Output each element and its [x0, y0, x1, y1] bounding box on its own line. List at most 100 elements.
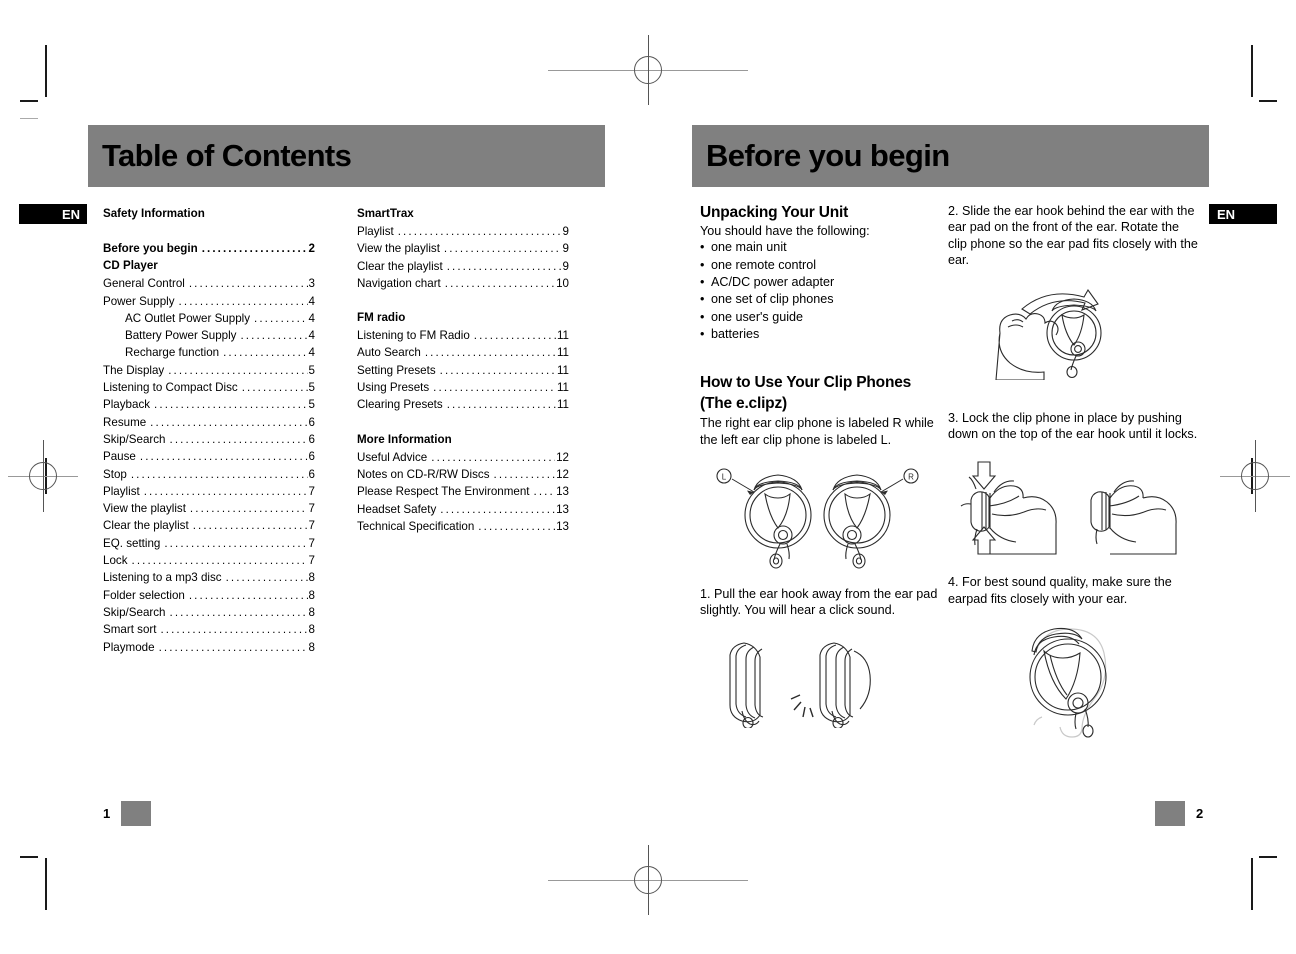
toc-entry[interactable]: Please Respect The Environment..........… — [357, 483, 569, 500]
toc-entry[interactable]: Skip/Search.............................… — [103, 604, 315, 621]
toc-entry-page-number: 4 — [308, 294, 315, 308]
toc-entry[interactable]: Technical Specification.................… — [357, 518, 569, 535]
toc-entry[interactable]: Before you begin........................… — [103, 240, 315, 257]
toc-leader-dots: ........................................… — [154, 398, 308, 412]
toc-entry[interactable]: View the playlist.......................… — [103, 500, 315, 517]
toc-entry[interactable]: Navigation chart........................… — [357, 275, 569, 292]
toc-entry-label: Listening to a mp3 disc — [103, 571, 222, 585]
toc-entry[interactable]: The Display.............................… — [103, 362, 315, 379]
toc-entry[interactable]: Skip/Search.............................… — [103, 431, 315, 448]
toc-entry[interactable]: EQ. setting.............................… — [103, 535, 315, 552]
toc-entry[interactable]: Listening to FM Radio...................… — [357, 327, 569, 344]
toc-entry-label: AC Outlet Power Supply — [125, 311, 251, 325]
toc-entry-label: Lock — [103, 554, 128, 568]
toc-entry[interactable]: Headset Safety..........................… — [357, 501, 569, 518]
push-down-arrow-icon — [971, 461, 997, 491]
toc-entry[interactable]: Pause...................................… — [103, 448, 315, 465]
toc-section-heading: More Information — [357, 432, 452, 446]
toc-entry-page-number: 3 — [308, 277, 315, 291]
toc-entry[interactable]: Clearing Presets........................… — [357, 396, 569, 413]
toc-entry-label: Auto Search — [357, 346, 421, 360]
toc-leader-dots: ........................................… — [431, 450, 555, 464]
toc-leader-dots: ........................................… — [241, 381, 308, 395]
toc-entry[interactable]: Power Supply............................… — [103, 293, 315, 310]
toc-entry-page-number: 7 — [308, 502, 315, 516]
toc-entry[interactable]: Battery Power Supply....................… — [103, 327, 315, 344]
toc-leader-dots: ........................................… — [473, 329, 556, 343]
clip-phones-step-2: 2. Slide the ear hook behind the ear wit… — [948, 204, 1198, 268]
unpacking-item: one remote control — [700, 257, 942, 275]
toc-entry-label: Power Supply — [103, 294, 175, 308]
toc-entry[interactable]: Notes on CD-R/RW Discs..................… — [357, 466, 569, 483]
toc-entry-label: Headset Safety — [357, 502, 437, 516]
toc-entry[interactable]: Stop....................................… — [103, 466, 315, 483]
toc-entry-label: Listening to FM Radio — [357, 329, 470, 343]
toc-entry[interactable]: Playlist................................… — [357, 223, 569, 240]
toc-entry-label: Skip/Search — [103, 432, 166, 446]
toc-entry-label: EQ. setting — [103, 536, 161, 550]
toc-entry-page-number: 11 — [556, 398, 569, 412]
toc-entry[interactable]: Clear the playlist......................… — [357, 258, 569, 275]
toc-entry-label: Useful Advice — [357, 450, 428, 464]
toc-entry-page-number: 9 — [562, 225, 569, 238]
toc-entry[interactable]: Playlist................................… — [103, 483, 315, 500]
toc-leader-dots: ........................................… — [254, 311, 308, 325]
toc-entry[interactable]: Setting Presets.........................… — [357, 362, 569, 379]
content-column-left: Unpacking Your Unit You should have the … — [700, 203, 942, 728]
toc-entry-page-number: 12 — [556, 467, 569, 481]
toc-entry[interactable]: Lock....................................… — [103, 552, 315, 569]
toc-leader-dots: ........................................… — [201, 242, 308, 255]
toc-spacer — [103, 223, 315, 240]
toc-column-secondary: SmartTrax Playlist.......................… — [357, 205, 569, 535]
toc-entry-page-number: 7 — [308, 536, 315, 550]
toc-section-heading: CD Player — [103, 259, 158, 273]
toc-entry-label: Playback — [103, 398, 151, 412]
toc-entry[interactable]: AC Outlet Power Supply..................… — [103, 310, 315, 327]
toc-leader-dots: ........................................… — [240, 329, 307, 343]
toc-entry-label: Before you begin — [103, 242, 198, 255]
toc-leader-dots: ........................................… — [130, 467, 308, 481]
page-title-left: Table of Contents — [102, 138, 352, 173]
toc-entry-label: Skip/Search — [103, 605, 166, 619]
toc-entry-page-number: 9 — [562, 242, 569, 256]
toc-section-heading: Safety Information — [103, 207, 205, 220]
toc-entry[interactable]: General Control.........................… — [103, 275, 315, 292]
toc-entry-label: General Control — [103, 277, 185, 291]
toc-entry[interactable]: Folder selection........................… — [103, 587, 315, 604]
toc-entry[interactable]: Auto Search.............................… — [357, 344, 569, 361]
toc-entry-page-number: 7 — [308, 554, 315, 568]
unpacking-item: one set of clip phones — [700, 291, 942, 309]
toc-entry-page-number: 2 — [308, 242, 315, 255]
toc-leader-dots: ........................................… — [433, 381, 556, 395]
toc-entry[interactable]: Clear the playlist......................… — [103, 517, 315, 534]
toc-entry-page-number: 6 — [308, 467, 315, 481]
toc-entry[interactable]: Playmode................................… — [103, 639, 315, 656]
toc-entry[interactable]: View the playlist.......................… — [357, 240, 569, 257]
toc-entry[interactable]: Listening to a mp3 disc.................… — [103, 569, 315, 586]
toc-entry[interactable]: Playback................................… — [103, 396, 315, 413]
chapter-header-bar-right: Before you begin — [692, 125, 1209, 187]
toc-entry-label: Using Presets — [357, 381, 430, 395]
toc-leader-dots: ........................................… — [188, 277, 308, 291]
toc-entry-label: Playlist — [357, 225, 394, 238]
clip-phone-pair-illustration: L R — [710, 460, 942, 570]
toc-entry[interactable]: Resume..................................… — [103, 414, 315, 431]
unpacking-intro: You should have the following: — [700, 224, 870, 238]
toc-entry[interactable]: Using Presets...........................… — [357, 379, 569, 396]
toc-leader-dots: ........................................… — [168, 363, 307, 377]
page-left: Table of Contents EN Safety Information B… — [0, 0, 648, 954]
page-number-right: 2 — [1196, 806, 1204, 821]
toc-leader-dots: ........................................… — [160, 623, 307, 637]
unpacking-item: one main unit — [700, 239, 942, 257]
toc-entry-page-number: 6 — [308, 415, 315, 429]
toc-entry[interactable]: Recharge function.......................… — [103, 344, 315, 361]
toc-entry-page-number: 5 — [308, 381, 315, 395]
unpacking-item: batteries — [700, 326, 942, 344]
toc-entry[interactable]: Smart sort..............................… — [103, 621, 315, 638]
toc-leader-dots: ........................................… — [225, 571, 308, 585]
toc-entry-page-number: 4 — [308, 346, 315, 360]
toc-entry-label: Technical Specification — [357, 519, 475, 533]
toc-entry-label: Setting Presets — [357, 363, 436, 377]
toc-entry[interactable]: Useful Advice...........................… — [357, 449, 569, 466]
toc-entry[interactable]: Listening to Compact Disc...............… — [103, 379, 315, 396]
